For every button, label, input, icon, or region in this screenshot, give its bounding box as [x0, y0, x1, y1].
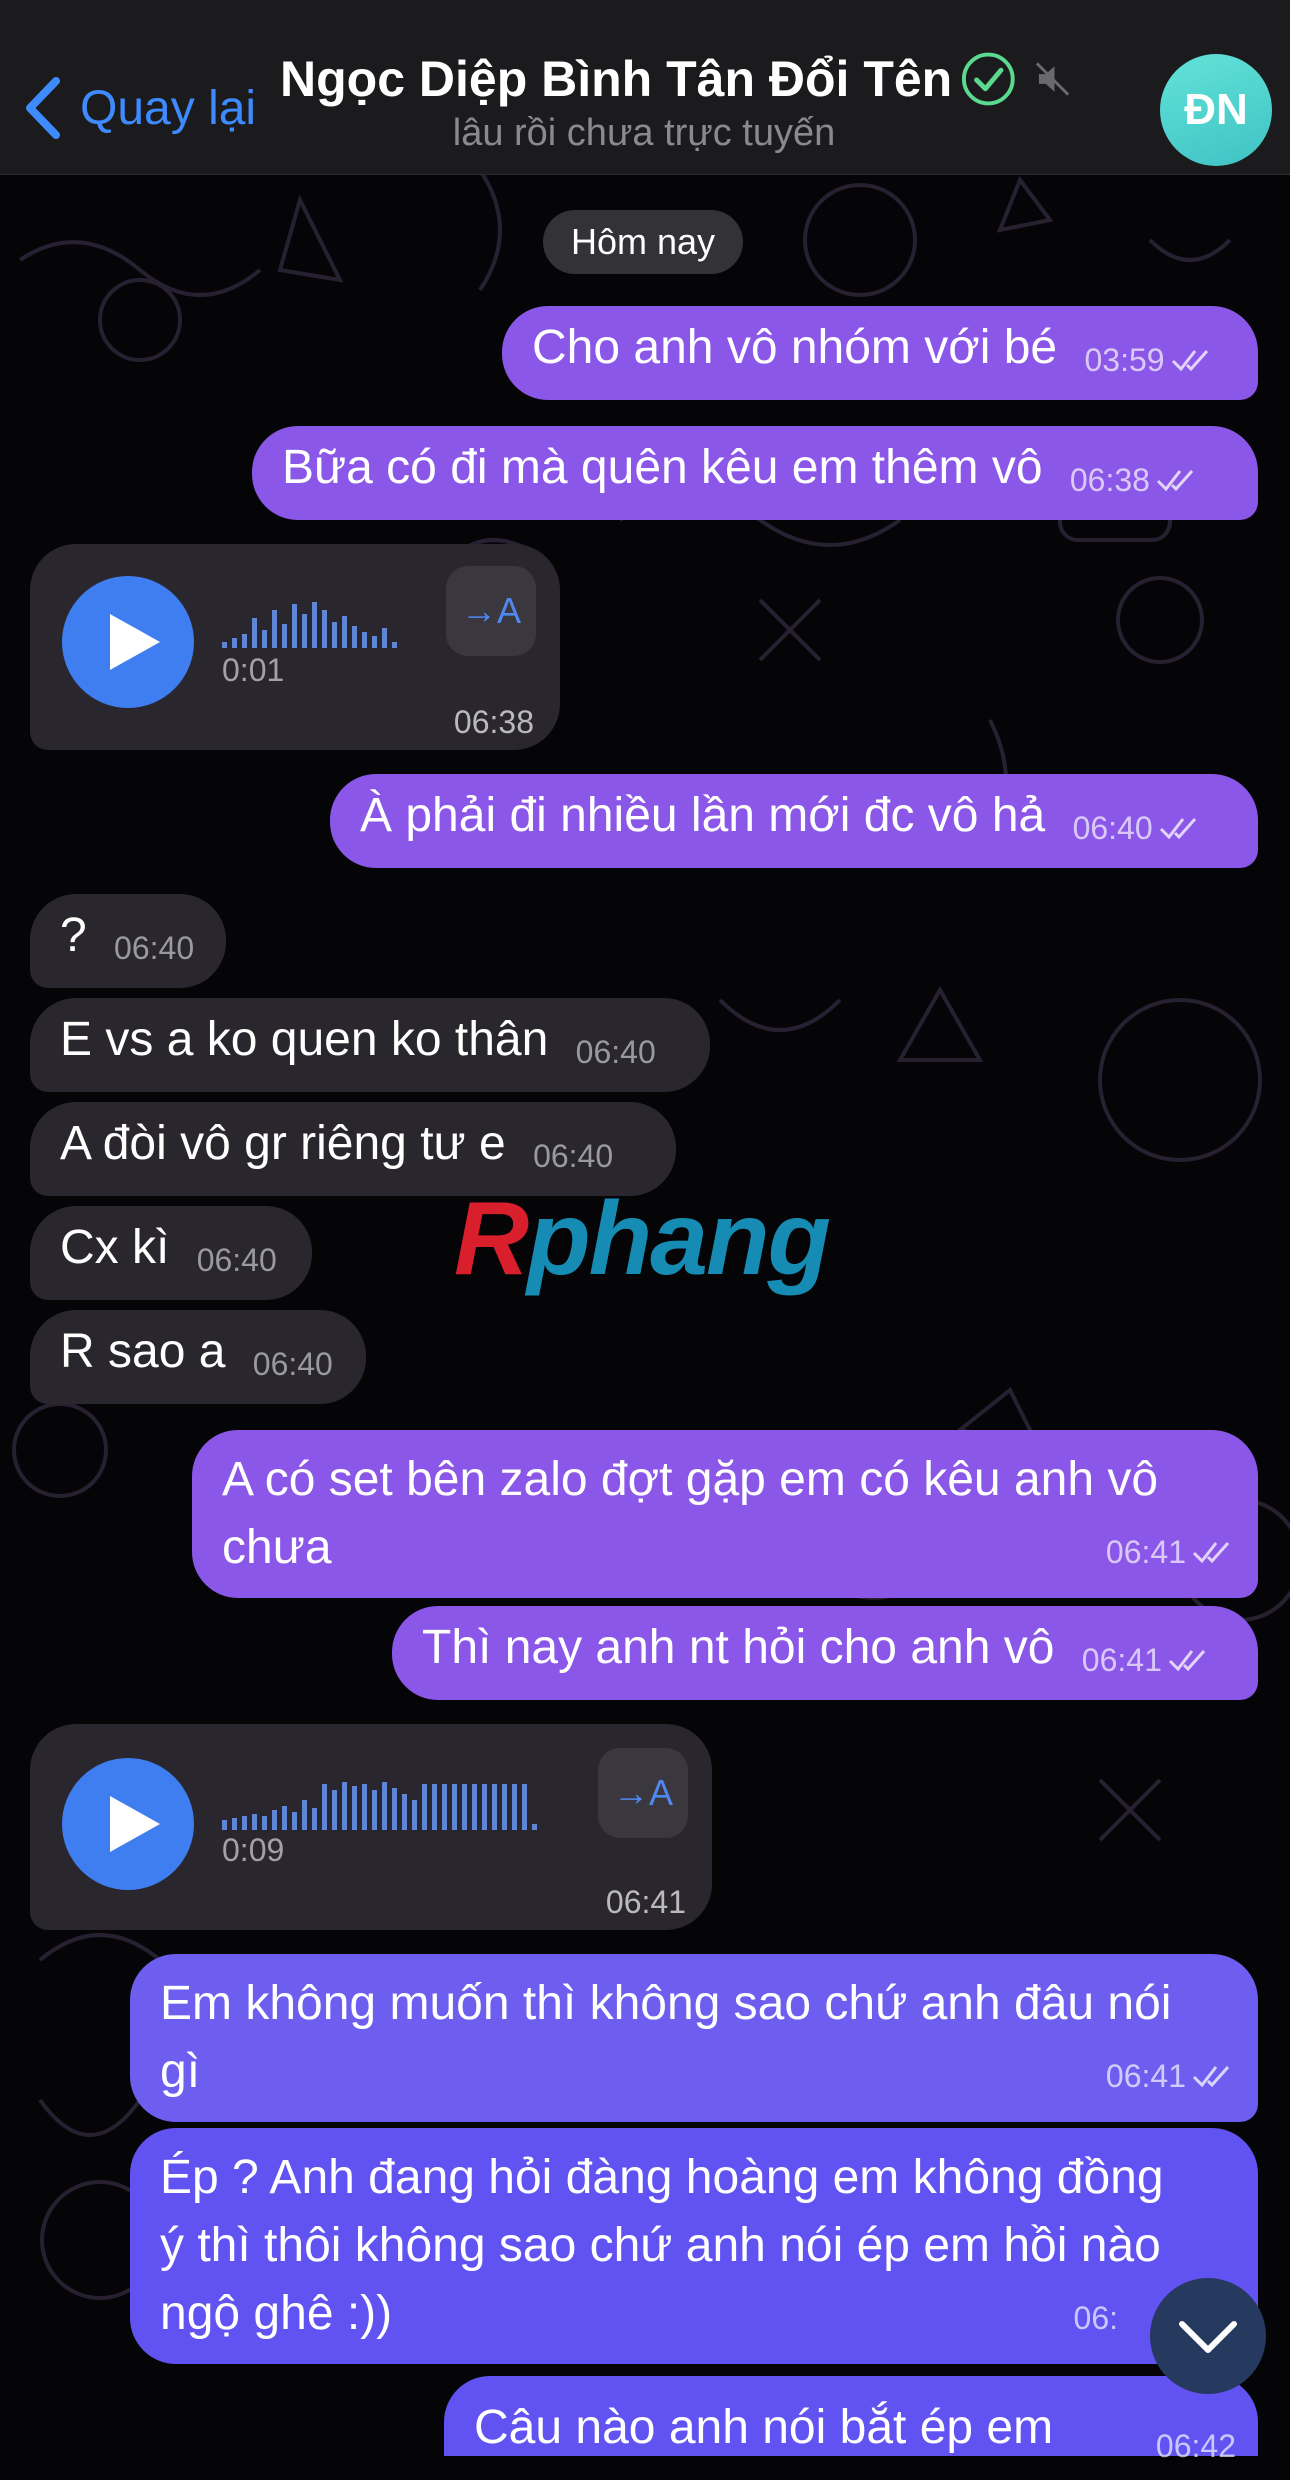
- message-outgoing[interactable]: A có set bên zalo đợt gặp em có kêu anh …: [192, 1430, 1258, 1598]
- double-check-icon: [1156, 470, 1194, 492]
- last-seen-status: lâu rồi chưa trực tuyến: [452, 112, 836, 154]
- back-label: Quay lại: [80, 81, 257, 135]
- message-incoming[interactable]: E vs a ko quen ko thân 06:40: [30, 998, 710, 1092]
- message-time: 06:41: [1105, 1534, 1186, 1570]
- message-text-line: A có set bên zalo đợt gặp em có kêu anh …: [222, 1453, 1159, 1506]
- verified-check-icon: [962, 52, 1015, 106]
- message-outgoing[interactable]: Cho anh vô nhóm với bé 03:59: [502, 306, 1258, 400]
- message-time: 06:38: [453, 704, 534, 740]
- message-time: 06:42: [1155, 2428, 1236, 2464]
- message-outgoing[interactable]: Em không muốn thì không sao chứ anh đâu …: [130, 1954, 1258, 2122]
- avatar[interactable]: ĐN: [1160, 54, 1272, 166]
- message-text: ?: [60, 909, 87, 962]
- message-text-line: ý thì thôi không sao chứ anh nói ép em h…: [160, 2219, 1161, 2272]
- message-text-line: ngộ ghê :)): [160, 2287, 393, 2340]
- play-icon: [110, 1796, 160, 1852]
- message-time: 06:40: [1072, 810, 1153, 846]
- message-time: 06:40: [575, 1034, 656, 1070]
- message-time: 06:41: [1105, 2058, 1186, 2094]
- message-text-line: chưa: [222, 1521, 332, 1574]
- transcribe-button[interactable]: →A: [446, 566, 536, 656]
- double-check-icon: [1192, 2066, 1230, 2088]
- message-outgoing[interactable]: Bữa có đi mà quên kêu em thêm vô 06:38: [252, 426, 1258, 520]
- message-text: Bữa có đi mà quên kêu em thêm vô: [282, 441, 1043, 494]
- chat-title-area[interactable]: Ngọc Diệp Bình Tân Đổi Tên: [280, 50, 1070, 108]
- chat-title: Ngọc Diệp Bình Tân Đổi Tên: [280, 51, 953, 107]
- message-time: 03:59: [1084, 342, 1165, 378]
- message-incoming[interactable]: ? 06:40: [30, 894, 226, 988]
- double-check-icon: [1159, 818, 1196, 840]
- voice-message[interactable]: 0:01 →A 06:38: [30, 544, 560, 750]
- message-text: Câu nào anh nói bắt ép em: [474, 2401, 1054, 2454]
- message-time: 06:41: [1081, 1642, 1162, 1678]
- chat-header: Quay lại Ngọc Diệp Bình Tân Đổi Tên lâu …: [0, 0, 1290, 175]
- watermark-logo: Rphang: [454, 1181, 831, 1297]
- waveform: [222, 602, 397, 648]
- play-button[interactable]: [62, 576, 194, 708]
- scroll-to-bottom-button[interactable]: [1150, 2278, 1266, 2394]
- message-text: E vs a ko quen ko thân: [60, 1013, 549, 1066]
- message-outgoing[interactable]: Ép ? Anh đang hỏi đàng hoàng em không đồ…: [130, 2128, 1258, 2364]
- message-text: Cx kì: [60, 1221, 170, 1274]
- message-incoming[interactable]: R sao a 06:40: [30, 1310, 366, 1404]
- message-time: 06:41: [605, 1884, 686, 1920]
- message-time: 06:38: [1069, 462, 1150, 498]
- voice-message[interactable]: 0:09 →A 06:41: [30, 1724, 712, 1930]
- message-text-line: Ép ? Anh đang hỏi đàng hoàng em không đồ…: [160, 2151, 1164, 2204]
- double-check-icon: [1192, 1542, 1230, 1564]
- play-icon: [110, 614, 160, 670]
- muted-icon: [1035, 62, 1070, 96]
- chevron-left-icon: [26, 77, 60, 139]
- message-outgoing[interactable]: Câu nào anh nói bắt ép em 06:42: [444, 2376, 1258, 2464]
- play-button[interactable]: [62, 1758, 194, 1890]
- message-text: À phải đi nhiều lần mới đc vô hả: [360, 789, 1046, 842]
- message-text-line: Em không muốn thì không sao chứ anh đâu …: [160, 1977, 1172, 2030]
- message-time: 06:40: [196, 1242, 277, 1278]
- message-text: Cho anh vô nhóm với bé: [532, 321, 1058, 374]
- message-time: 06:: [1073, 2300, 1118, 2336]
- voice-duration: 0:09: [222, 1832, 285, 1868]
- message-text: Thì nay anh nt hỏi cho anh vô: [422, 1621, 1055, 1674]
- transcribe-button[interactable]: →A: [598, 1748, 688, 1838]
- waveform: [222, 1782, 537, 1830]
- message-incoming[interactable]: Cx kì 06:40: [30, 1206, 312, 1300]
- message-outgoing[interactable]: Thì nay anh nt hỏi cho anh vô 06:41: [392, 1606, 1258, 1700]
- message-time: 06:40: [252, 1346, 333, 1382]
- message-text-line: gì: [160, 2045, 201, 2098]
- date-separator: Hôm nay: [543, 210, 743, 274]
- chevron-down-icon: [1179, 2321, 1237, 2353]
- message-text: A đòi vô gr riêng tư e: [60, 1117, 506, 1170]
- message-text: R sao a: [60, 1325, 226, 1378]
- double-check-icon: [1171, 350, 1208, 372]
- double-check-icon: [1168, 1650, 1205, 1672]
- message-time: 06:40: [114, 930, 195, 966]
- voice-duration: 0:01: [222, 652, 285, 688]
- back-button[interactable]: Quay lại: [22, 68, 256, 148]
- message-outgoing[interactable]: À phải đi nhiều lần mới đc vô hả 06:40: [330, 774, 1258, 868]
